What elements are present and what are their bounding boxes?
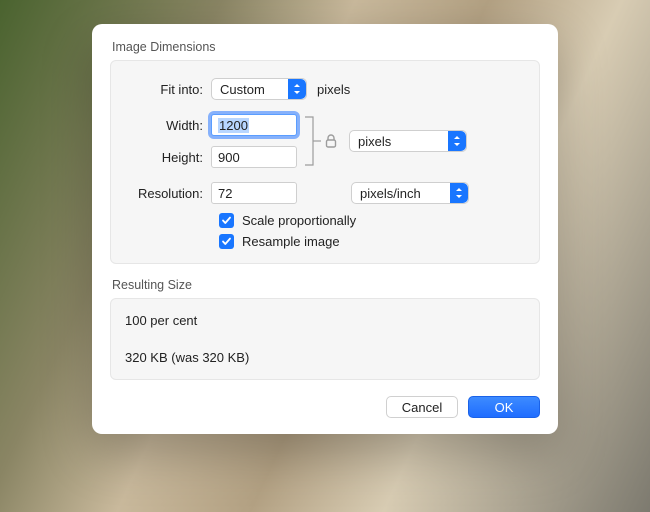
height-label: Height: xyxy=(125,150,211,165)
select-arrows-icon xyxy=(288,79,306,99)
image-dimensions-dialog: Image Dimensions Fit into: Custom pixels… xyxy=(92,24,558,434)
select-arrows-icon xyxy=(448,131,466,151)
resolution-label: Resolution: xyxy=(125,186,211,201)
fit-into-select[interactable]: Custom xyxy=(211,78,307,100)
resolution-unit-select[interactable]: pixels/inch xyxy=(351,182,469,204)
proportional-link-bracket xyxy=(303,113,323,169)
resolution-unit-value: pixels/inch xyxy=(360,186,421,201)
width-label: Width: xyxy=(125,118,211,133)
height-input[interactable]: 900 xyxy=(211,146,297,168)
fit-into-unit-label: pixels xyxy=(317,82,350,97)
resample-image-checkbox[interactable] xyxy=(219,234,234,249)
resample-image-label: Resample image xyxy=(242,234,340,249)
wh-unit-value: pixels xyxy=(358,134,391,149)
wh-unit-select[interactable]: pixels xyxy=(349,130,467,152)
lock-icon[interactable] xyxy=(323,133,339,149)
fit-into-value: Custom xyxy=(220,82,265,97)
resulting-size-group: 100 per cent 320 KB (was 320 KB) xyxy=(110,298,540,380)
image-dimensions-legend: Image Dimensions xyxy=(112,40,540,54)
ok-button[interactable]: OK xyxy=(468,396,540,418)
scale-proportionally-checkbox[interactable] xyxy=(219,213,234,228)
resulting-filesize-text: 320 KB (was 320 KB) xyxy=(125,350,525,365)
resolution-input[interactable]: 72 xyxy=(211,182,297,204)
fit-into-label: Fit into: xyxy=(125,82,211,97)
scale-proportionally-label: Scale proportionally xyxy=(242,213,356,228)
resulting-size-legend: Resulting Size xyxy=(112,278,540,292)
cancel-button[interactable]: Cancel xyxy=(386,396,458,418)
image-dimensions-group: Fit into: Custom pixels Width: 1200 Heig… xyxy=(110,60,540,264)
width-input[interactable]: 1200 xyxy=(211,114,297,136)
resulting-percent-text: 100 per cent xyxy=(125,313,525,328)
select-arrows-icon xyxy=(450,183,468,203)
